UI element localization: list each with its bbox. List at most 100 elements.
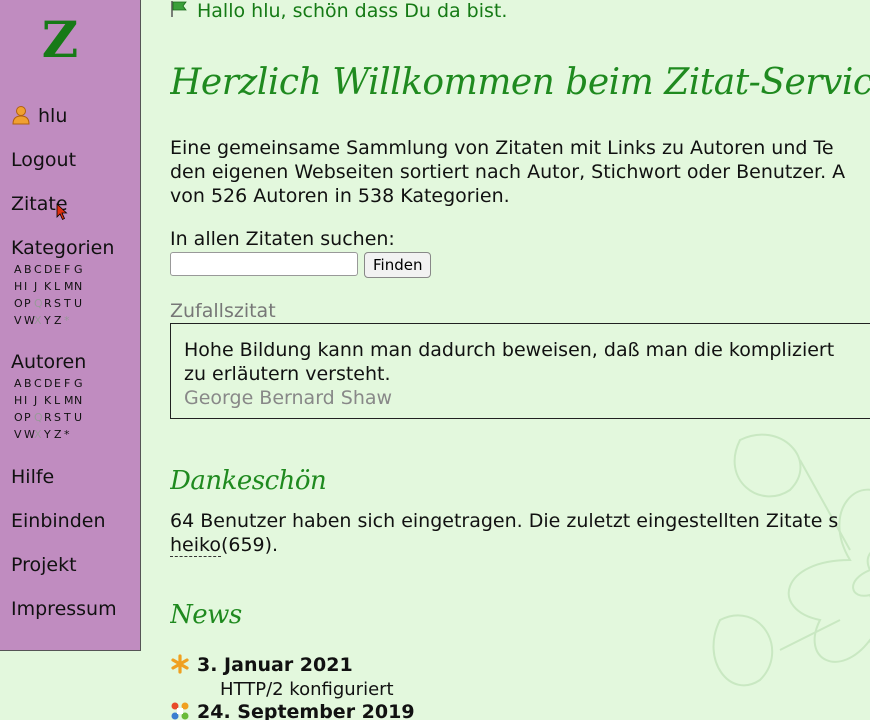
quote-line: Hohe Bildung kann man dadurch beweisen, …: [184, 339, 835, 361]
search-label: In allen Zitaten suchen:: [170, 228, 395, 250]
joomla-icon: [171, 702, 189, 720]
category-letter-link[interactable]: C: [34, 261, 44, 278]
category-letter-link: Q: [34, 297, 43, 310]
news-heading: News: [170, 600, 242, 630]
author-letter-link[interactable]: C: [34, 375, 44, 392]
category-letter-link[interactable]: D: [44, 261, 54, 278]
author-letter-link[interactable]: F: [64, 375, 74, 392]
author-letter-link[interactable]: S: [54, 409, 64, 426]
category-letter-link[interactable]: V: [14, 312, 24, 329]
category-letter-link[interactable]: O: [14, 295, 24, 312]
author-letter-link[interactable]: V: [14, 426, 24, 443]
asterisk-icon: [171, 654, 189, 674]
category-letter-link[interactable]: P: [24, 295, 34, 312]
quote-line: zu erläutern versteht.: [184, 363, 391, 385]
author-letter-link[interactable]: Y: [44, 426, 54, 443]
quote-author-link[interactable]: George Bernard Shaw: [184, 386, 870, 410]
news-date: 3. Januar 2021: [197, 654, 353, 676]
search-button[interactable]: Finden: [364, 252, 432, 278]
category-letter-link: X: [34, 314, 42, 327]
category-letter-row: H I J K L MN: [14, 278, 84, 295]
thanks-heading: Dankeschön: [170, 466, 327, 496]
category-letter-link[interactable]: J: [34, 278, 44, 295]
intro-text: Eine gemeinsame Sammlung von Zitaten mit…: [170, 136, 845, 208]
sidebar-item-authors[interactable]: Autoren: [11, 350, 86, 374]
category-letter-link[interactable]: F: [64, 261, 74, 278]
background-flower-decoration: [712, 433, 870, 687]
author-letter-row: ABCDEFG: [14, 375, 84, 392]
sidebar-item-logout[interactable]: Logout: [11, 148, 76, 172]
category-letter-link[interactable]: E: [54, 261, 64, 278]
category-letter-link[interactable]: W: [24, 312, 35, 329]
author-letter-row: V WX Y Z *: [14, 426, 84, 443]
category-letter-row: OP QR S T U: [14, 295, 84, 312]
author-letter-link[interactable]: U: [74, 409, 84, 426]
intro-line: den eigenen Webseiten sortiert nach Auto…: [170, 161, 846, 183]
author-letter-link[interactable]: P: [24, 409, 34, 426]
author-letter-link[interactable]: O: [14, 409, 24, 426]
category-letter-link[interactable]: U: [74, 295, 84, 312]
sidebar-username[interactable]: hlu: [38, 104, 67, 128]
category-letter-link[interactable]: H: [14, 278, 24, 295]
category-letter-row: V WX Y Z *: [14, 312, 84, 329]
greeting-message: Hallo hlu, schön dass Du da bist.: [197, 0, 508, 22]
user-icon: [12, 106, 30, 125]
sidebar-item-categories[interactable]: Kategorien: [11, 236, 114, 260]
category-letter-link[interactable]: K: [44, 278, 54, 295]
news-description: HTTP/2 konfiguriert: [220, 679, 394, 700]
category-letter-link[interactable]: S: [54, 295, 64, 312]
user-quote-count: (659).: [220, 534, 279, 556]
author-letter-link[interactable]: N: [74, 392, 84, 409]
mouse-cursor-icon: [56, 203, 68, 221]
category-letter-link[interactable]: M: [64, 278, 74, 295]
thanks-line: 64 Benutzer haben sich eingetragen. Die …: [170, 510, 839, 532]
author-letter-link[interactable]: L: [54, 392, 64, 409]
author-letter-link[interactable]: G: [74, 375, 84, 392]
author-letter-link[interactable]: A: [14, 375, 24, 392]
author-letter-link: X: [34, 428, 42, 441]
author-letter-link[interactable]: E: [54, 375, 64, 392]
flag-icon: [171, 1, 187, 17]
category-letter-link[interactable]: T: [64, 295, 74, 312]
category-letter-link[interactable]: G: [74, 261, 84, 278]
page-title: Herzlich Willkommen beim Zitat-Service: [170, 62, 870, 103]
user-link-heiko[interactable]: heiko: [170, 534, 221, 557]
category-letter-row: ABCDEFG: [14, 261, 84, 278]
quote-text: Hohe Bildung kann man dadurch beweisen, …: [184, 338, 870, 386]
category-letter-link[interactable]: L: [54, 278, 64, 295]
random-quote-title: Zufallszitat: [170, 300, 276, 322]
search-input[interactable]: [170, 252, 358, 276]
author-letter-link: Q: [34, 411, 43, 424]
sidebar-item-project[interactable]: Projekt: [11, 553, 77, 577]
author-letter-link[interactable]: B: [24, 375, 34, 392]
category-letter-link[interactable]: R: [44, 295, 54, 312]
category-letter-link[interactable]: A: [14, 261, 24, 278]
sidebar-item-imprint[interactable]: Impressum: [11, 597, 117, 621]
category-letter-link[interactable]: Y: [44, 312, 54, 329]
author-letter-link[interactable]: K: [44, 392, 54, 409]
category-letter-link[interactable]: Z: [54, 312, 64, 329]
author-letter-link[interactable]: Z: [54, 426, 64, 443]
sidebar: Z hlu Logout Zitate Kategorien ABCDEFGHI…: [0, 0, 141, 651]
random-quote-box: Hohe Bildung kann man dadurch beweisen, …: [170, 323, 870, 419]
category-letter-link: *: [64, 314, 70, 327]
author-letter-link[interactable]: J: [34, 392, 44, 409]
sidebar-item-help[interactable]: Hilfe: [11, 465, 54, 489]
author-letter-link[interactable]: D: [44, 375, 54, 392]
site-logo[interactable]: Z: [40, 14, 80, 66]
author-letter-link[interactable]: M: [64, 392, 74, 409]
news-date: 24. September 2019: [197, 701, 415, 720]
intro-line: Eine gemeinsame Sammlung von Zitaten mit…: [170, 137, 834, 159]
author-letter-link[interactable]: H: [14, 392, 24, 409]
thanks-text: 64 Benutzer haben sich eingetragen. Die …: [170, 509, 838, 557]
author-letter-link[interactable]: T: [64, 409, 74, 426]
category-letter-link[interactable]: B: [24, 261, 34, 278]
author-letter-link[interactable]: W: [24, 426, 35, 443]
category-letter-link[interactable]: N: [74, 278, 84, 295]
sidebar-item-embed[interactable]: Einbinden: [11, 509, 106, 533]
author-letter-row: H I J K L MN: [14, 392, 84, 409]
author-letter-link[interactable]: *: [64, 426, 74, 443]
author-letter-link[interactable]: R: [44, 409, 54, 426]
category-letter-link[interactable]: I: [24, 278, 34, 295]
author-letter-link[interactable]: I: [24, 392, 34, 409]
